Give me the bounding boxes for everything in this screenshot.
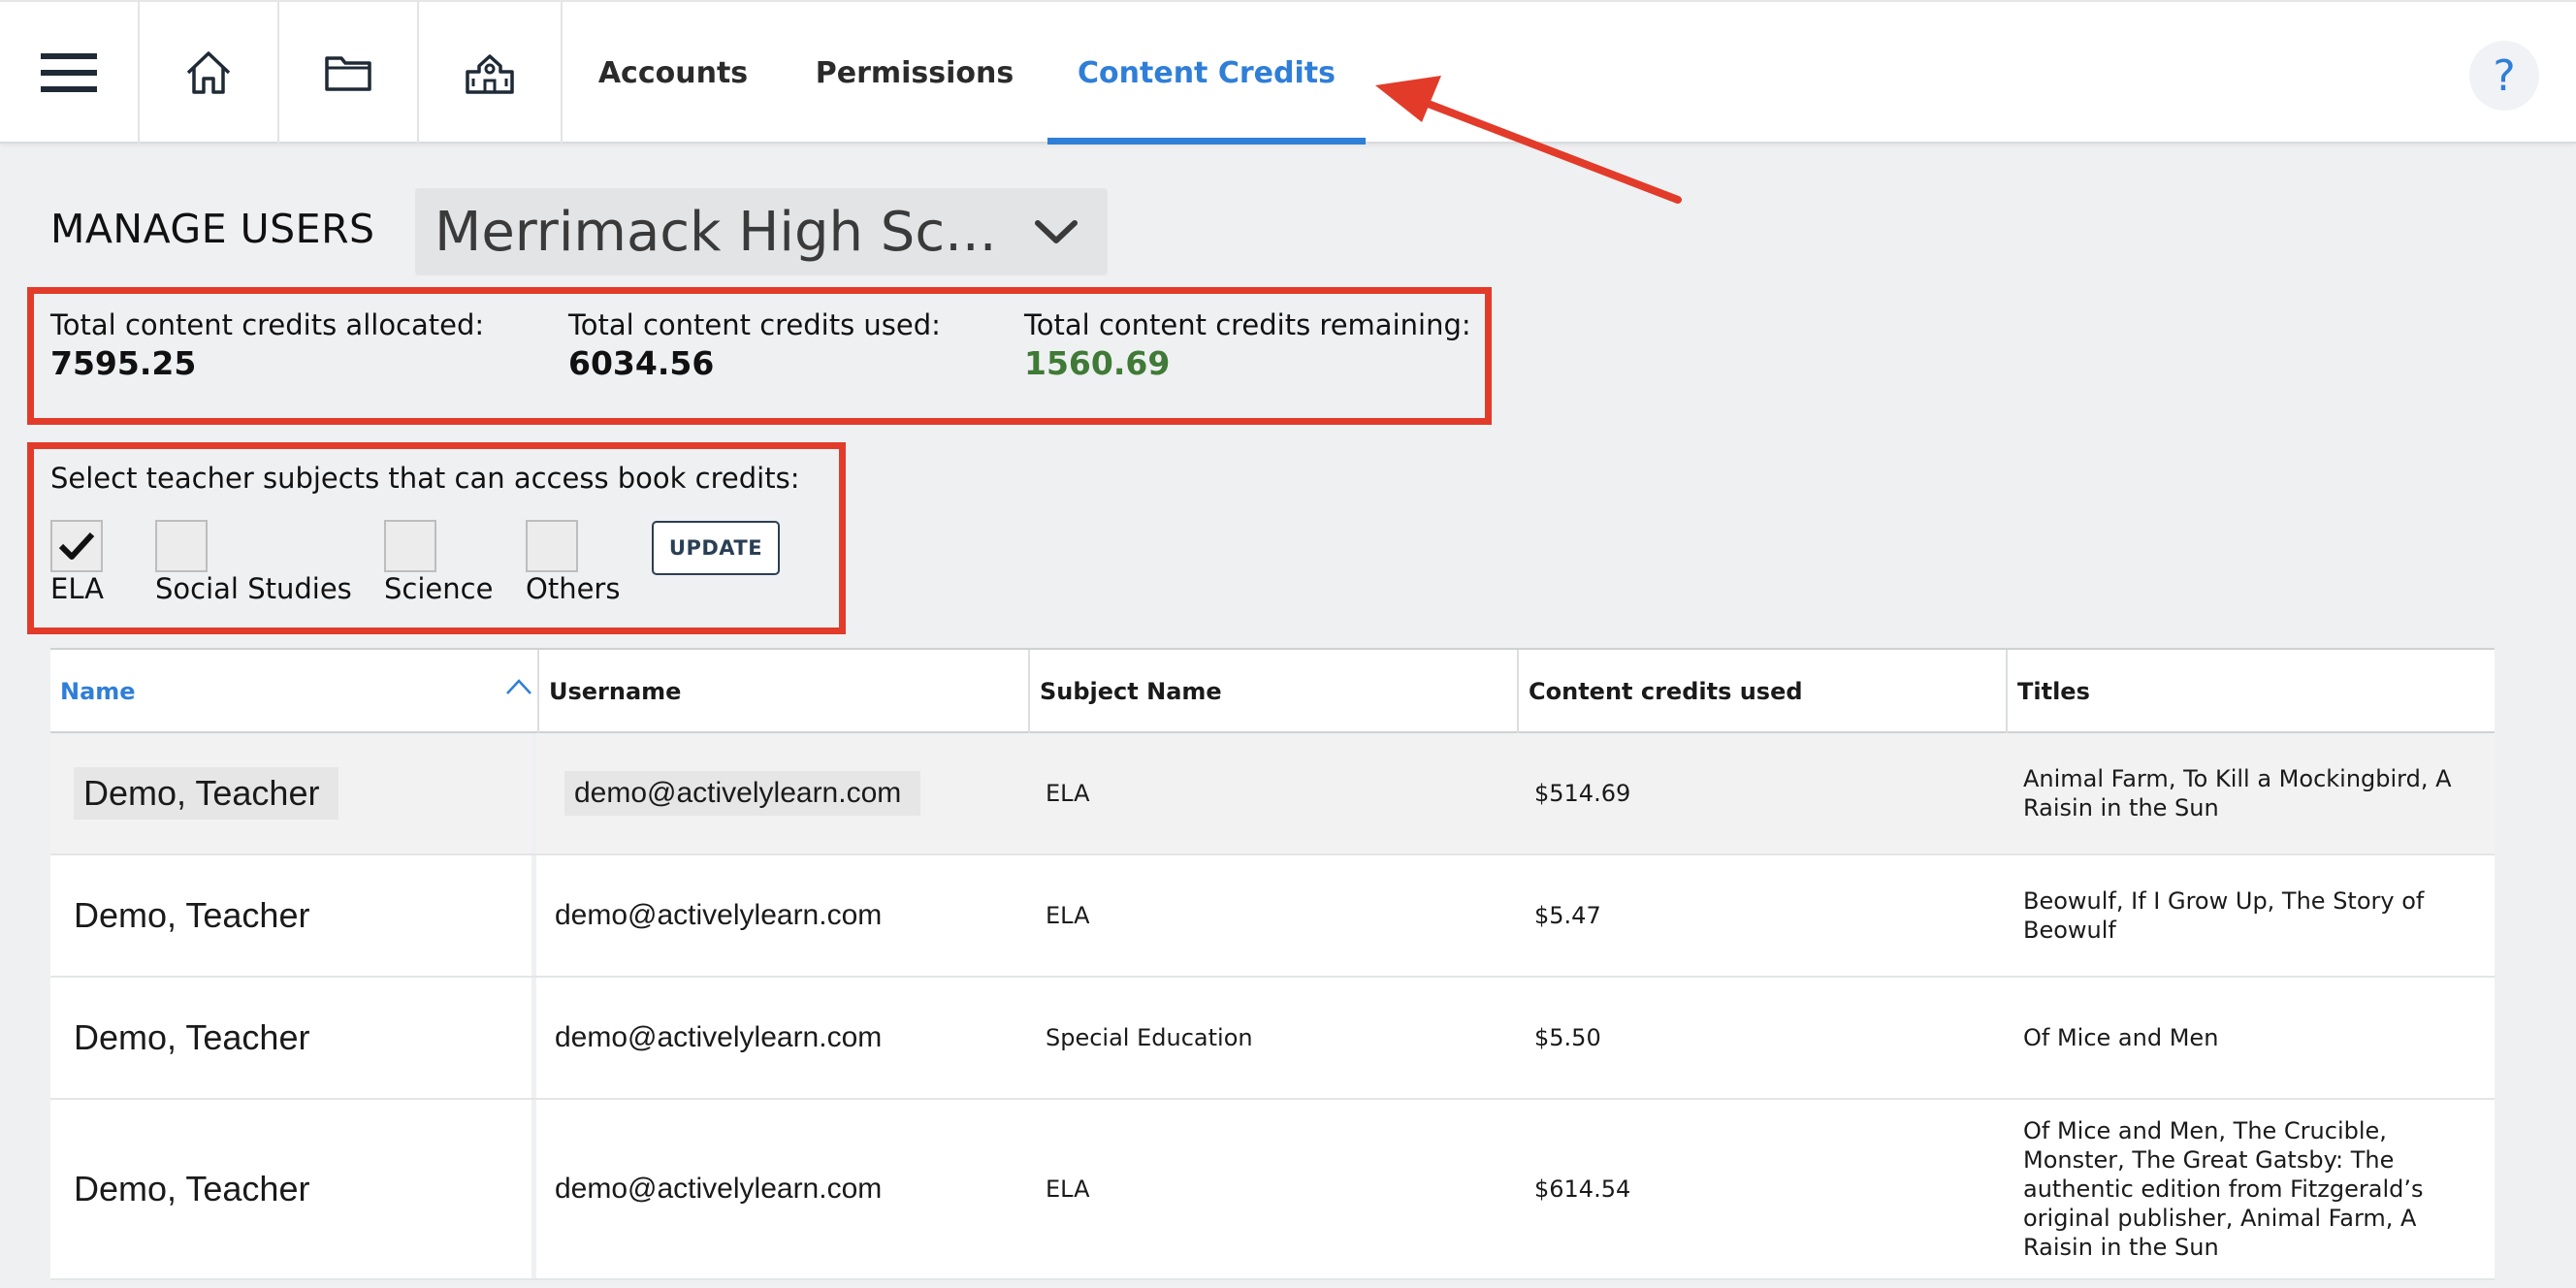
- table-row[interactable]: Demo, Teacher demo@activelylearn.com ELA…: [50, 855, 2495, 978]
- menu-button[interactable]: [0, 2, 140, 144]
- table-header: Name Username Subject Name Content credi…: [50, 648, 2495, 733]
- user-name: Demo, Teacher: [74, 1169, 310, 1208]
- school-dropdown[interactable]: Merrimack High Sc...: [415, 188, 1108, 275]
- allocated-label: Total content credits allocated:: [50, 308, 485, 341]
- tab-content-credits[interactable]: Content Credits: [1047, 2, 1366, 144]
- user-titles: Beowulf, If I Grow Up, The Story of Beow…: [2023, 887, 2425, 944]
- checkmark-icon: [58, 531, 95, 560]
- school-button[interactable]: [419, 2, 563, 144]
- help-button[interactable]: ?: [2469, 41, 2539, 111]
- home-icon: [186, 51, 231, 94]
- user-username: demo@activelylearn.com: [564, 771, 921, 816]
- checkbox-ela[interactable]: [50, 520, 103, 572]
- table-row[interactable]: Demo, Teacher demo@activelylearn.com Spe…: [50, 978, 2495, 1100]
- table-row[interactable]: Demo, Teacher demo@activelylearn.com ELA…: [50, 1100, 2495, 1280]
- users-table: Name Username Subject Name Content credi…: [50, 648, 2495, 1288]
- chevron-down-icon: [1035, 220, 1078, 243]
- user-titles: Animal Farm, To Kill a Mockingbird, A Ra…: [2023, 765, 2452, 821]
- checkbox-social-studies-label: Social Studies: [155, 572, 352, 605]
- user-name: Demo, Teacher: [74, 895, 310, 935]
- used-value: 6034.56: [568, 344, 715, 382]
- tab-permissions[interactable]: Permissions: [811, 2, 1018, 144]
- help-icon: ?: [2493, 50, 2516, 101]
- checkbox-ela-label: ELA: [50, 572, 104, 605]
- user-credits: $514.69: [1534, 780, 1631, 807]
- remaining-label: Total content credits remaining:: [1024, 308, 1471, 341]
- user-username: demo@activelylearn.com: [555, 899, 883, 931]
- checkbox-science[interactable]: [384, 520, 436, 572]
- user-name: Demo, Teacher: [74, 1017, 310, 1057]
- user-titles: Of Mice and Men: [2023, 1024, 2219, 1051]
- folder-icon: [325, 56, 371, 91]
- user-username: demo@activelylearn.com: [555, 1173, 883, 1205]
- checkbox-others[interactable]: [526, 520, 578, 572]
- column-header-subject[interactable]: Subject Name: [1030, 650, 1519, 733]
- checkbox-social-studies[interactable]: [155, 520, 208, 572]
- tab-accounts[interactable]: Accounts: [578, 2, 768, 144]
- user-name: Demo, Teacher: [74, 767, 339, 820]
- library-button[interactable]: [279, 2, 419, 144]
- checkbox-others-label: Others: [526, 572, 621, 605]
- page-title: MANAGE USERS: [50, 206, 375, 252]
- school-icon: [466, 54, 514, 94]
- home-button[interactable]: [140, 2, 279, 144]
- user-subject: ELA: [1046, 1175, 1090, 1203]
- column-header-name[interactable]: Name: [50, 650, 539, 733]
- user-titles: Of Mice and Men, The Crucible, Monster, …: [2023, 1117, 2424, 1261]
- hamburger-menu-icon: [41, 53, 97, 92]
- remaining-value: 1560.69: [1024, 344, 1171, 382]
- top-nav-bar: Accounts Permissions Content Credits ?: [0, 0, 2576, 145]
- school-dropdown-value: Merrimack High Sc...: [435, 200, 997, 264]
- used-label: Total content credits used:: [568, 308, 941, 341]
- subjects-title: Select teacher subjects that can access …: [50, 462, 800, 495]
- user-subject: Special Education: [1046, 1024, 1253, 1051]
- update-button[interactable]: UPDATE: [652, 521, 780, 575]
- user-credits: $5.50: [1534, 1024, 1601, 1051]
- user-credits: $5.47: [1534, 902, 1601, 929]
- allocated-value: 7595.25: [50, 344, 197, 382]
- active-tab-indicator: [1047, 138, 1366, 145]
- sort-ascending-icon: [506, 679, 531, 694]
- user-subject: ELA: [1046, 902, 1090, 929]
- table-row[interactable]: Demo, Teacher demo@activelylearn.com ELA…: [50, 733, 2495, 855]
- column-header-titles[interactable]: Titles: [2008, 650, 2495, 733]
- user-subject: ELA: [1046, 780, 1090, 807]
- checkbox-science-label: Science: [384, 572, 494, 605]
- column-header-username[interactable]: Username: [539, 650, 1030, 733]
- column-header-credits-used[interactable]: Content credits used: [1519, 650, 2008, 733]
- user-credits: $614.54: [1534, 1175, 1631, 1203]
- user-username: demo@activelylearn.com: [555, 1021, 883, 1053]
